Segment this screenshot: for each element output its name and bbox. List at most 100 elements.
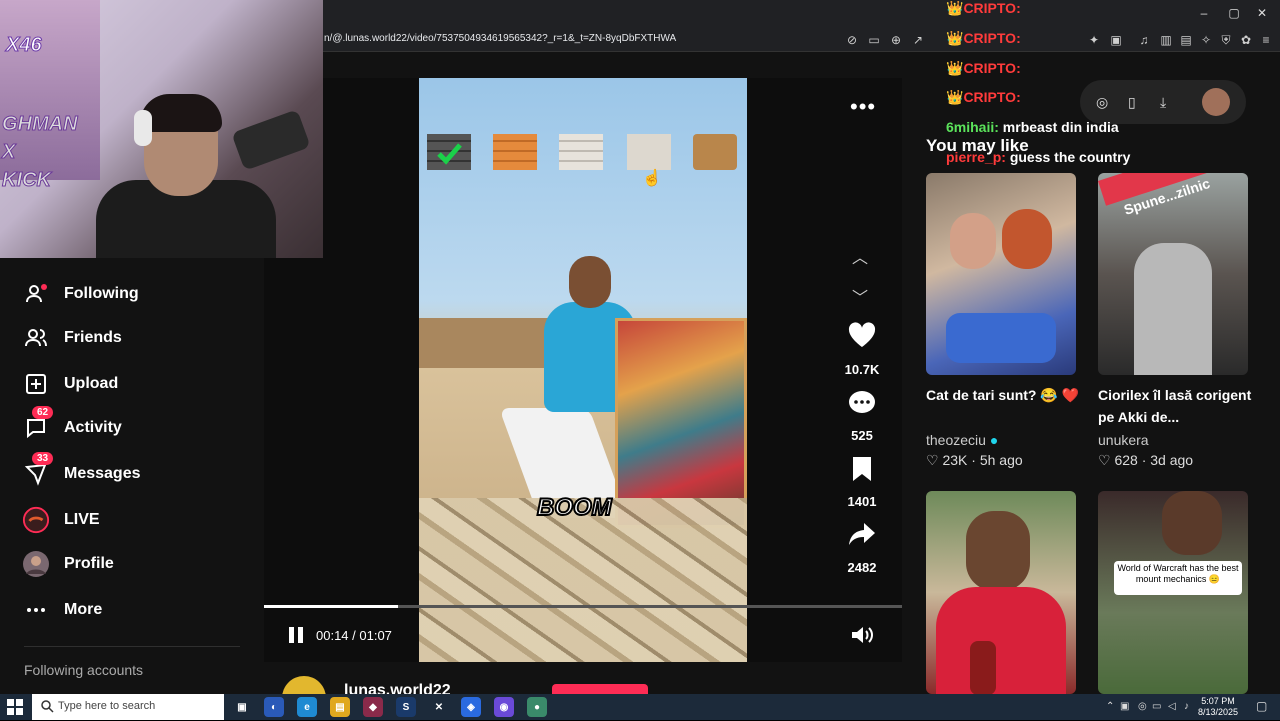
recommend-card-2-title[interactable]: Ciorilex îl lasă corigent pe Akki de... [1098, 384, 1258, 428]
video-rubble [419, 498, 747, 662]
time-label: 00:14 / 01:07 [316, 628, 392, 643]
chat-name: 6mihaii: [946, 119, 999, 135]
tab-search-icon[interactable]: ▤ [1178, 32, 1194, 48]
live-icon [22, 506, 50, 534]
sidebar-item-live[interactable]: LIVE [22, 504, 100, 536]
sidebar-item-more[interactable]: More [22, 594, 102, 626]
maximize-icon[interactable]: ▢ [1224, 6, 1244, 20]
app-icon[interactable]: ◈ [461, 697, 481, 717]
age-label: 3d ago [1150, 452, 1194, 468]
card-3-person-shirt [936, 587, 1066, 694]
recommend-card-1-title[interactable]: Cat de tari sunt? 😂 ❤️ [926, 384, 1086, 406]
sidebar-item-friends[interactable]: Friends [22, 322, 122, 354]
copilot-app-icon[interactable]: ◐ [264, 697, 284, 717]
brick-option-2 [493, 134, 537, 170]
share-count: 2482 [847, 560, 877, 575]
video-caption: BOOM [536, 493, 613, 522]
steam-app-icon[interactable]: S [396, 697, 416, 717]
clock-time: 5:07 PM [1201, 696, 1235, 706]
taskbar-search[interactable]: Type here to search [32, 694, 224, 720]
heart-icon [848, 322, 876, 347]
sidebar-item-label: Activity [64, 419, 122, 436]
recommend-card-4[interactable]: World of Warcraft has the best mount mec… [1098, 491, 1248, 694]
mute-tab-icon[interactable]: ⊘ [844, 32, 860, 48]
volume-button[interactable] [850, 624, 874, 651]
crown-icon: 👑 [946, 30, 964, 46]
close-icon[interactable]: ✕ [1252, 6, 1272, 20]
browser-app-icon[interactable]: ◆ [363, 697, 383, 717]
like-count: 10.7K [844, 362, 880, 377]
mouse-cursor-icon: ☝ [642, 170, 662, 187]
brick-option-4 [627, 134, 671, 170]
app-icon[interactable]: ✕ [429, 697, 449, 717]
user-avatar[interactable] [1202, 88, 1230, 116]
chevron-down-icon[interactable]: ﹀ [852, 284, 868, 308]
media-icon[interactable]: ♫ [1136, 32, 1152, 48]
chat-name: CRIPTO: [963, 30, 1021, 46]
avatar [22, 550, 50, 578]
crown-icon: 👑 [946, 89, 964, 105]
author-label: theozeciu [926, 432, 986, 448]
taskbar-clock[interactable]: 5:07 PM 8/13/2025 [1198, 696, 1238, 718]
sidebar-item-messages[interactable]: 33 Messages [22, 452, 141, 490]
like-button[interactable] [842, 322, 882, 353]
video-player[interactable]: BOOM [419, 78, 747, 662]
sidebar-item-activity[interactable]: 62 Activity [22, 406, 122, 444]
task-view-icon[interactable]: ▣ [232, 697, 252, 717]
comment-button[interactable] [842, 390, 882, 421]
chat-line: 👑CRIPTO: [946, 60, 1021, 77]
tray-chevron-icon[interactable]: ⌃ [1106, 701, 1114, 712]
sidebar-item-upload[interactable]: Upload [22, 368, 118, 400]
copilot-icon[interactable]: ✧ [1198, 32, 1214, 48]
recommend-card-3[interactable] [926, 491, 1076, 694]
url-text[interactable]: n/@.lunas.world22/video/7537504934619565… [324, 33, 676, 44]
zoom-icon[interactable]: ⊕ [888, 32, 904, 48]
brick-option-3 [559, 134, 603, 170]
volume-tray-icon[interactable]: ◁ [1168, 701, 1176, 712]
activity-icon: 62 [22, 406, 54, 442]
chevron-up-icon[interactable]: ︿ [852, 244, 868, 268]
download-icon[interactable]: ⤓ [1160, 94, 1166, 111]
pause-button[interactable] [286, 625, 306, 645]
progress-bar[interactable] [264, 605, 902, 608]
menu-icon[interactable]: ≡ [1258, 32, 1274, 48]
edge-app-icon[interactable]: e [297, 697, 317, 717]
notifications-icon[interactable]: ▢ [1256, 699, 1267, 713]
card-plush-toys [946, 313, 1056, 363]
cast-icon[interactable]: ▭ [866, 32, 882, 48]
chat-line: 👑CRIPTO: [946, 89, 1021, 106]
file-explorer-icon[interactable]: ▤ [330, 697, 350, 717]
likes-label: 628 [1114, 452, 1138, 468]
windows-start-button[interactable] [6, 698, 24, 716]
crown-icon: 👑 [946, 0, 964, 16]
tray-icon[interactable]: ◎ [1138, 701, 1147, 712]
network-icon[interactable]: ▭ [1152, 701, 1161, 712]
messages-badge: 33 [32, 452, 54, 465]
brick-option-5 [693, 134, 737, 170]
shield-icon[interactable]: ⛨ [1218, 32, 1234, 48]
extensions-icon[interactable]: ✦ [1086, 32, 1102, 48]
sidebar-item-following[interactable]: Following [22, 278, 139, 310]
recommend-card-2[interactable]: Spune...zilnic [1098, 173, 1248, 375]
extension-icon[interactable]: ✿ [1238, 32, 1254, 48]
app-icon[interactable]: ● [527, 697, 547, 717]
recommend-card-2-author[interactable]: unukera [1098, 432, 1149, 448]
coin-icon[interactable]: ◎ [1096, 94, 1108, 111]
discord-app-icon[interactable]: ◉ [494, 697, 514, 717]
share-icon[interactable]: ↗ [910, 32, 926, 48]
minimize-icon[interactable]: – [1194, 6, 1214, 20]
follow-button[interactable] [552, 684, 648, 694]
sidebar-toggle-icon[interactable]: ▥ [1158, 32, 1174, 48]
save-button[interactable] [842, 456, 882, 487]
screenshot-icon[interactable]: ▣ [1108, 32, 1124, 48]
phone-icon[interactable]: ▯ [1128, 94, 1136, 111]
mic-tray-icon[interactable]: ♪ [1184, 701, 1189, 712]
sidebar-item-profile[interactable]: Profile [22, 548, 114, 580]
video-person-head [569, 256, 611, 308]
recommend-card-1[interactable] [926, 173, 1076, 375]
tray-icon[interactable]: ▣ [1120, 701, 1129, 712]
recommend-card-1-author[interactable]: theozeciu ● [926, 432, 998, 448]
share-button[interactable] [842, 522, 882, 551]
more-options-icon[interactable]: ••• [850, 94, 876, 120]
friends-icon [22, 324, 50, 352]
